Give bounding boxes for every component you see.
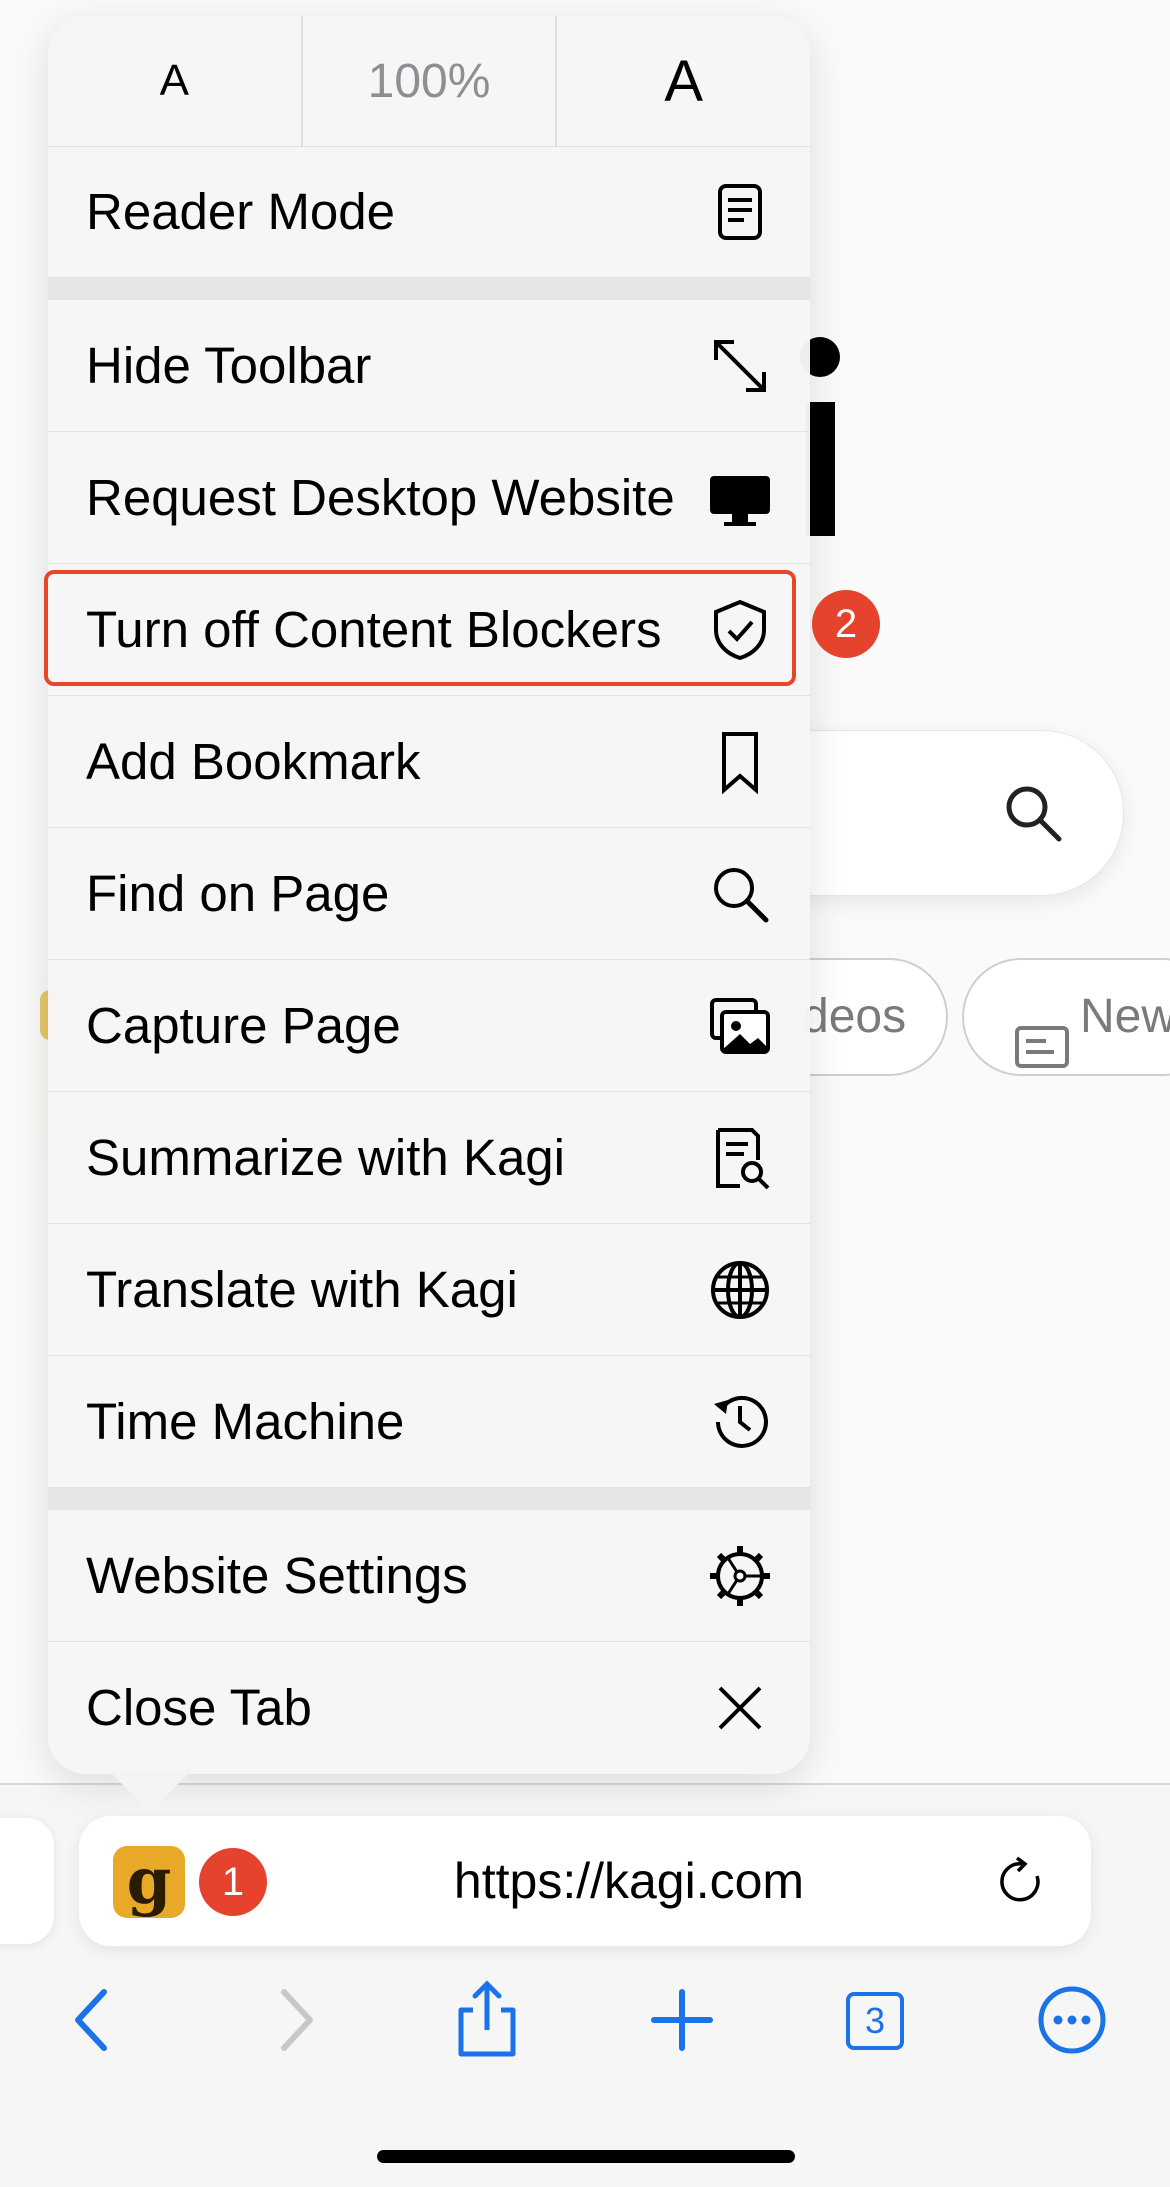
menu-item-label: Add Bookmark: [86, 733, 421, 790]
menu-item-summarize[interactable]: Summarize with Kagi: [48, 1092, 810, 1224]
increase-label: A: [664, 48, 704, 114]
news-icon: [1014, 997, 1070, 1069]
close-icon: [708, 1676, 772, 1740]
doc-search-icon: [708, 1126, 772, 1190]
reader-icon: [708, 180, 772, 244]
home-indicator[interactable]: [377, 2150, 795, 2163]
annotation-badge-2: 2: [812, 590, 880, 658]
more-options-icon[interactable]: [1032, 1980, 1112, 2060]
menu-item-label: Reader Mode: [86, 183, 396, 240]
menu-item-label: Hide Toolbar: [86, 337, 372, 394]
annotation-badge-1: 1: [199, 1848, 267, 1916]
tabs-button[interactable]: 3: [846, 1992, 904, 2050]
chip-label: New: [1080, 990, 1170, 1043]
decrease-label: A: [159, 56, 190, 105]
share-icon[interactable]: [447, 1980, 527, 2060]
menu-item-label: Close Tab: [86, 1679, 312, 1736]
address-bar[interactable]: g 1 https://kagi.com: [79, 1816, 1091, 1946]
site-menu-button[interactable]: g: [113, 1846, 185, 1918]
menu-item-capture-page[interactable]: Capture Page: [48, 960, 810, 1092]
back-icon[interactable]: [54, 1980, 134, 2060]
expand-arrows-icon: [708, 334, 772, 398]
history-icon: [708, 1390, 772, 1454]
new-tab-icon[interactable]: [642, 1980, 722, 2060]
menu-item-label: Time Machine: [86, 1393, 405, 1450]
filter-chip-news[interactable]: New: [962, 958, 1170, 1076]
reload-icon[interactable]: [993, 1854, 1049, 1910]
kagi-logo-icon: g: [126, 1844, 172, 1919]
previous-tab-address-bar[interactable]: [0, 1818, 54, 1944]
menu-item-close-tab[interactable]: Close Tab: [48, 1642, 810, 1774]
bottom-toolbar: [0, 1980, 1170, 2060]
menu-item-time-machine[interactable]: Time Machine: [48, 1356, 810, 1488]
menu-item-label: Summarize with Kagi: [86, 1129, 565, 1186]
menu-item-translate[interactable]: Translate with Kagi: [48, 1224, 810, 1356]
zoom-level[interactable]: 100%: [303, 16, 558, 146]
menu-item-website-settings[interactable]: Website Settings: [48, 1510, 810, 1642]
bookmark-icon: [708, 730, 772, 795]
url-text[interactable]: https://kagi.com: [309, 1816, 949, 1946]
menu-item-find-on-page[interactable]: Find on Page: [48, 828, 810, 960]
annotation-highlight-box: [44, 570, 796, 686]
globe-icon: [708, 1258, 772, 1322]
menu-item-label: Find on Page: [86, 865, 390, 922]
kagi-logo-fragment-bar: [806, 402, 835, 536]
badge-number: 2: [834, 602, 858, 646]
desktop-icon: [708, 466, 772, 530]
menu-item-label: Website Settings: [86, 1547, 468, 1604]
menu-item-hide-toolbar[interactable]: Hide Toolbar: [48, 300, 810, 432]
menu-item-label: Capture Page: [86, 997, 401, 1054]
tab-count-label: 3: [864, 2000, 886, 2041]
forward-icon[interactable]: [254, 1980, 334, 2060]
font-size-controls: A 100% A: [48, 16, 810, 147]
photos-icon: [708, 994, 772, 1058]
menu-separator: [48, 1488, 810, 1510]
gear-icon: [708, 1544, 772, 1608]
menu-item-request-desktop[interactable]: Request Desktop Website: [48, 432, 810, 564]
page-menu-popover: A 100% A Reader Mode Hide Toolbar Reques…: [48, 16, 810, 1774]
popover-arrow: [110, 1772, 190, 1812]
menu-item-reader-mode[interactable]: Reader Mode: [48, 146, 810, 278]
menu-item-label: Translate with Kagi: [86, 1261, 518, 1318]
chip-label: deos: [802, 990, 907, 1043]
increase-text-size-button[interactable]: A: [557, 16, 810, 146]
menu-item-label: Request Desktop Website: [86, 469, 675, 526]
search-icon: [708, 862, 772, 926]
menu-item-add-bookmark[interactable]: Add Bookmark: [48, 696, 810, 828]
menu-separator: [48, 278, 810, 300]
decrease-text-size-button[interactable]: A: [48, 16, 303, 146]
search-icon[interactable]: [1001, 781, 1065, 845]
badge-number: 1: [221, 1860, 245, 1904]
zoom-label: 100%: [367, 54, 491, 108]
